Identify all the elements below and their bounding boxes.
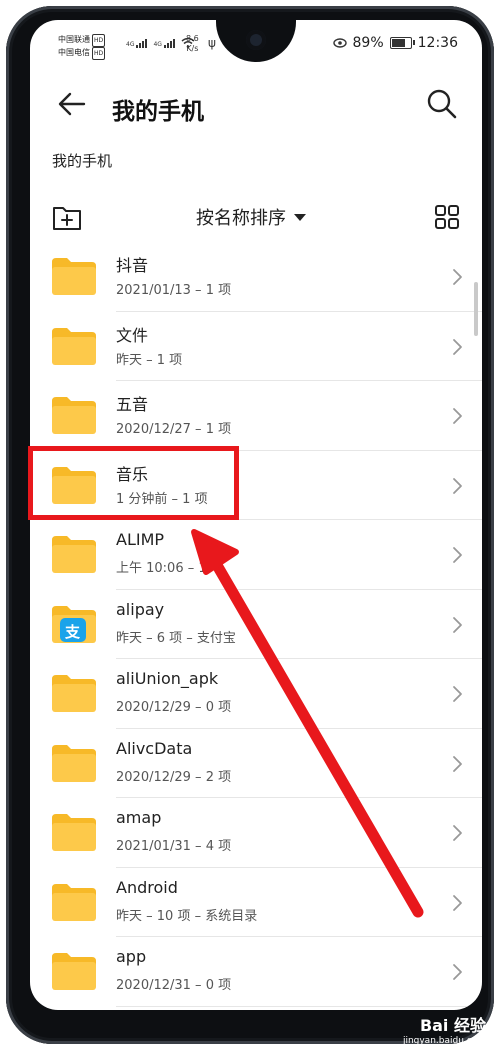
item-meta: 昨天 – 10 项 – 系统目录: [116, 908, 258, 924]
front-camera-icon: [246, 30, 266, 50]
item-name: aliUnion_apk: [116, 669, 219, 688]
folder-icon: [50, 951, 98, 991]
item-name: AlivcData: [116, 738, 193, 758]
signal-indicators: 4G 4G: [126, 38, 195, 48]
folder-icon: [50, 326, 98, 366]
item-meta: 2020/12/27 – 1 项: [116, 422, 232, 437]
chevron-right-icon: [453, 686, 462, 702]
sort-dropdown[interactable]: 按名称排序: [196, 204, 306, 230]
list-item[interactable]: ALIMP 上午 10:06 – 1 项: [30, 520, 482, 590]
folder-icon: [50, 256, 98, 296]
search-icon[interactable]: [424, 86, 460, 122]
sort-label: 按名称排序: [196, 208, 286, 229]
hd-badge: HD: [92, 34, 106, 47]
toolbar: 按名称排序: [30, 198, 482, 238]
list-item[interactable]: aliUnion_apk 2020/12/29 – 0 项: [30, 659, 482, 729]
alipay-badge: 支: [65, 622, 81, 641]
breadcrumb[interactable]: 我的手机: [52, 150, 112, 171]
usb-icon: ψ: [208, 36, 216, 50]
dropdown-triangle-icon: [294, 213, 306, 221]
item-name: alipay: [116, 599, 165, 619]
scrollbar-thumb[interactable]: [474, 282, 478, 336]
chevron-right-icon: [453, 338, 462, 355]
item-name: ALIMP: [116, 530, 165, 549]
chevron-right-icon: [453, 547, 462, 563]
chevron-right-icon: [453, 825, 462, 841]
chevron-right-icon: [453, 894, 462, 911]
list-item[interactable]: 抖音 2021/01/13 – 1 项: [30, 242, 482, 312]
watermark: Bai 经验 jingyan.baidu.com: [402, 1016, 486, 1046]
list-item[interactable]: AlivcData 2020/12/29 – 2 项: [30, 729, 482, 798]
battery-icon: [389, 37, 415, 49]
folder-icon: [50, 882, 98, 922]
back-arrow-icon[interactable]: [54, 86, 90, 122]
item-name: 文件: [116, 325, 149, 345]
list-item[interactable]: 五音 2020/12/27 – 1 项: [30, 381, 482, 451]
item-meta: 2020/12/29 – 0 项: [116, 700, 232, 715]
list-item[interactable]: 支 alipay 昨天 – 6 项 – 支付宝: [30, 590, 482, 659]
signal-2-icon: 4G: [153, 39, 175, 48]
battery-percent: 89%: [352, 35, 384, 51]
list-item[interactable]: 文件 昨天 – 1 项: [30, 312, 482, 381]
status-time: 12:36: [417, 35, 458, 51]
hd-badge: HD: [92, 47, 106, 60]
chevron-right-icon: [453, 408, 462, 424]
phone-frame: 中国联通 HD 中国电信 HD 4G 4G 8.6 K/s ψ 89% 12:36 我…: [6, 6, 494, 1044]
alipay-icon: 支: [50, 604, 98, 644]
list-item[interactable]: amap 2021/01/31 – 4 项: [30, 798, 482, 868]
item-meta: 2020/12/29 – 2 项: [116, 769, 232, 785]
signal-1-icon: 4G: [126, 39, 148, 48]
highlight-box: [28, 446, 239, 520]
chevron-right-icon: [453, 616, 462, 633]
folder-icon: [50, 673, 98, 713]
chevron-right-icon: [453, 755, 462, 772]
page-title: 我的手机: [112, 99, 204, 125]
file-list: 抖音 2021/01/13 – 1 项 文件 昨天 – 1 项 五音 2020/…: [30, 242, 482, 1007]
item-name: app: [116, 947, 147, 966]
item-meta: 昨天 – 6 项 – 支付宝: [116, 630, 236, 646]
app-header: 我的手机: [30, 80, 482, 136]
list-item[interactable]: Android 昨天 – 10 项 – 系统目录: [30, 868, 482, 937]
item-name: Android: [116, 877, 178, 897]
new-folder-icon[interactable]: [52, 204, 82, 232]
carrier-1: 中国联通: [58, 35, 90, 44]
folder-icon: [50, 395, 98, 435]
chevron-right-icon: [453, 964, 462, 980]
carrier-2: 中国电信: [58, 48, 90, 57]
list-item[interactable]: app 2020/12/31 – 0 项: [30, 937, 482, 1007]
item-meta: 上午 10:06 – 1 项: [116, 561, 224, 576]
folder-icon: [50, 812, 98, 852]
item-name: 五音: [116, 395, 149, 414]
carrier-labels: 中国联通 HD 中国电信 HD: [58, 34, 106, 60]
folder-icon: [50, 534, 98, 574]
grid-view-icon[interactable]: [434, 204, 460, 230]
chevron-right-icon: [453, 269, 462, 285]
item-meta: 2021/01/13 – 1 项: [116, 283, 232, 298]
item-name: 抖音: [116, 256, 149, 275]
chevron-right-icon: [453, 477, 462, 494]
item-meta: 昨天 – 1 项: [116, 352, 183, 368]
item-meta: 2021/01/31 – 4 项: [116, 839, 232, 854]
row-divider: [116, 1005, 482, 1007]
item-meta: 2020/12/31 – 0 项: [116, 978, 232, 993]
eye-icon: [332, 38, 347, 48]
net-speed: 8.6 K/s: [186, 34, 199, 53]
item-name: amap: [116, 808, 162, 827]
status-right: 89% 12:36: [332, 35, 458, 51]
folder-icon: [50, 743, 98, 783]
